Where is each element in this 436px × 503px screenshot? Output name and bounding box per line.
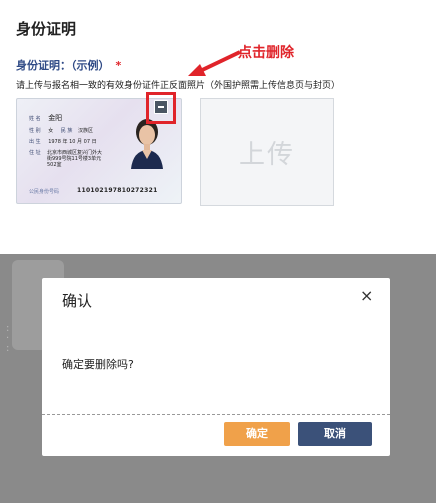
close-icon[interactable]: × <box>360 286 373 306</box>
section-title: 身份证明 <box>16 20 77 38</box>
card-birth-row: 出 生 1978 年 10 月 07 日 <box>29 139 97 145</box>
card-address-label: 住 址 <box>29 150 41 156</box>
card-gender-label: 性 别 <box>29 128 41 134</box>
upload-instruction: 请上传与报名相一致的有效身份证件正反面照片（外国护照需上传信息页与封页） <box>16 81 341 91</box>
confirm-dialog: 确认 × 确定要删除吗? 确定 取消 <box>42 278 390 456</box>
dialog-divider <box>42 414 390 415</box>
card-id-number: 110102197810272321 <box>77 187 158 194</box>
card-name-row: 姓 名 金阳 <box>29 114 63 123</box>
card-ethnicity: 汉族区 <box>77 128 93 134</box>
dialog-message: 确定要删除吗? <box>62 358 134 371</box>
card-ethnicity-label: 民 族 <box>60 128 73 134</box>
annotation-text: 点击删除 <box>238 45 294 61</box>
id-proof-label: 身份证明：（示例） * <box>16 57 121 73</box>
confirm-button[interactable]: 确定 <box>224 422 290 446</box>
id-proof-label-text: 身份证明：（示例） <box>16 59 110 72</box>
dialog-title: 确认 <box>62 292 93 310</box>
card-name-label: 姓 名 <box>29 116 41 122</box>
card-name: 金阳 <box>48 114 63 122</box>
card-birth-label: 出 生 <box>29 139 41 145</box>
card-number-label: 公民身份号码 <box>29 189 60 195</box>
card-gender-row: 性 别 女 民 族 汉族区 <box>29 128 93 134</box>
minus-icon[interactable] <box>154 100 168 114</box>
annotation-arrow-icon <box>188 50 241 76</box>
upload-label: 上传 <box>238 139 295 170</box>
card-birth: 1978 年 10 月 07 日 <box>48 139 97 145</box>
upload-button[interactable]: 上传 <box>200 98 334 206</box>
cancel-button[interactable]: 取消 <box>298 422 372 446</box>
required-mark: * <box>115 59 122 72</box>
card-gender: 女 <box>48 128 54 134</box>
modal-overlay: : ·: 确认 × 确定要删除吗? 确定 取消 <box>0 254 436 503</box>
background-marks: : ·: <box>6 323 10 354</box>
card-address-line: 502室 <box>47 162 62 168</box>
